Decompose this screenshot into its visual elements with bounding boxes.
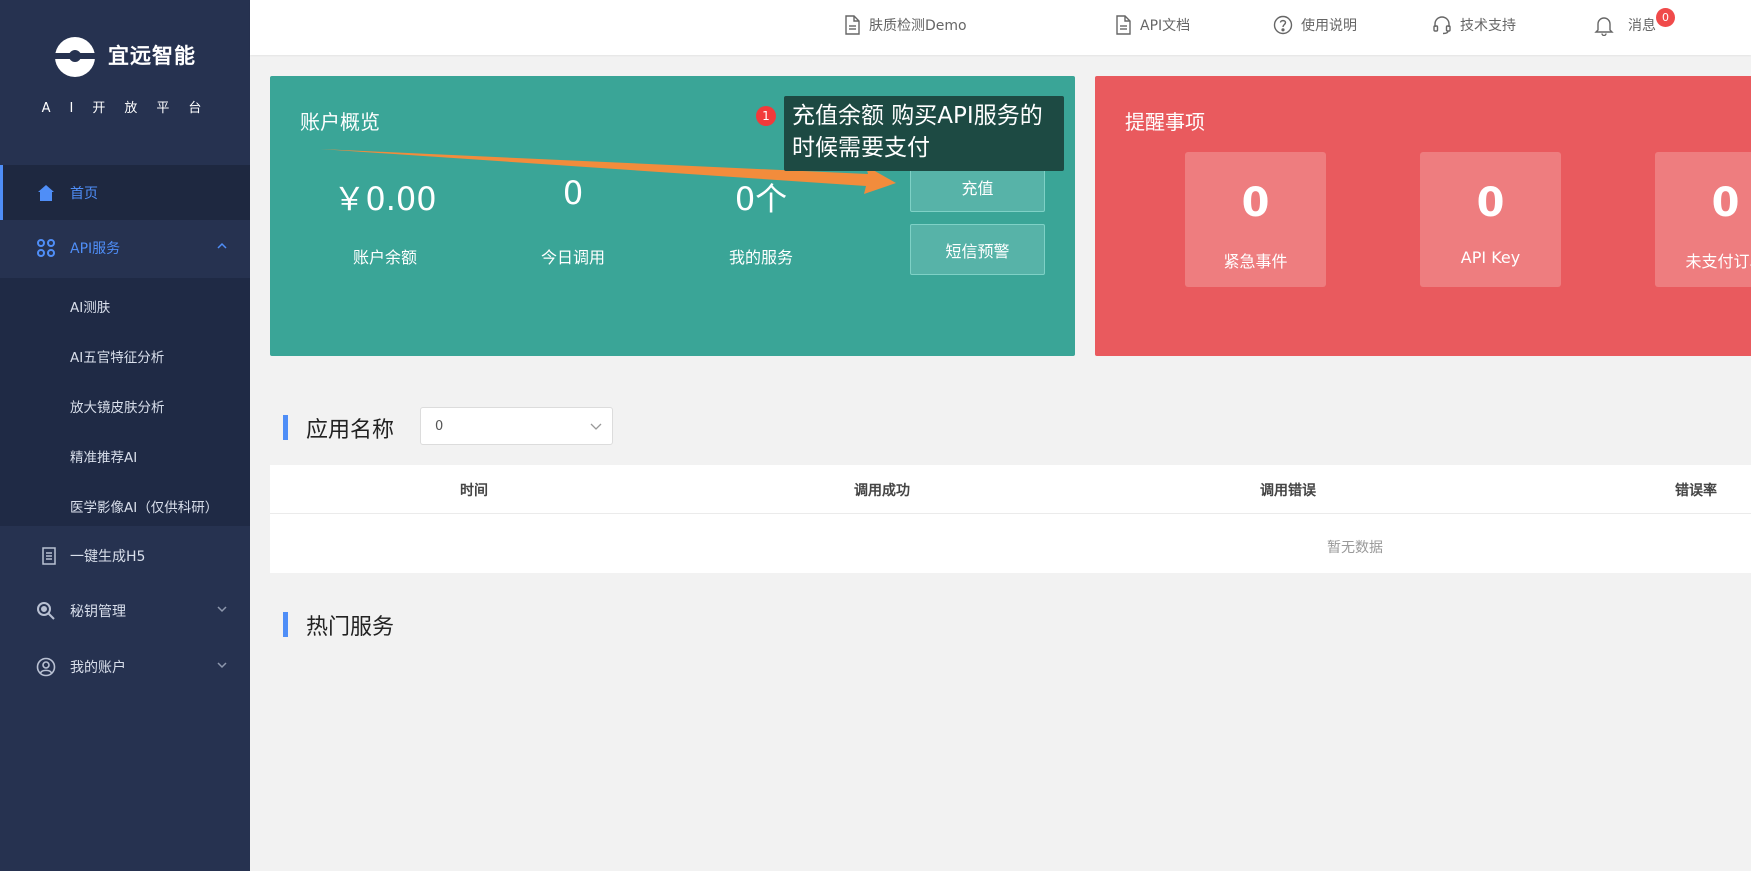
my-services-value: 0个 — [734, 180, 788, 218]
sidebar-item-label: 秘钥管理 — [70, 603, 126, 620]
apps-icon — [35, 237, 57, 259]
top-link-messages[interactable]: 消息 — [1594, 0, 1656, 50]
file-icon — [845, 15, 860, 35]
reminder-tile-label: 未支付订单 — [1685, 252, 1751, 271]
key-search-icon — [35, 600, 57, 622]
app-name-title: 应用名称 — [306, 418, 395, 443]
brand-subtitle: AI开放平台 — [41, 101, 221, 116]
reminder-tile-api-key[interactable]: 0 API Key — [1420, 152, 1561, 287]
help-icon — [1273, 15, 1293, 35]
sidebar-item-label: 我的账户 — [70, 659, 126, 676]
sidebar-subitem-medical-imaging[interactable]: 医学影像AI（仅供科研） — [70, 496, 218, 516]
section-marker — [283, 415, 288, 440]
top-bar: 肤质检测Demo API文档 使用说明 技术支持 消息 0 — [250, 0, 1751, 55]
bell-icon — [1594, 17, 1614, 36]
file-icon — [1116, 15, 1131, 35]
reminder-tile-value: 0 — [1241, 180, 1270, 226]
sidebar-subitem-facial-features[interactable]: AI五官特征分析 — [70, 346, 164, 366]
my-services-label: 我的服务 — [728, 248, 793, 267]
home-icon — [35, 182, 57, 204]
document-icon — [38, 545, 60, 567]
table-header-error-rate: 错误率 — [1675, 483, 1717, 499]
reminder-tile-value: 0 — [1476, 180, 1505, 226]
top-link-api-docs[interactable]: API文档 — [1114, 0, 1190, 50]
app-select-value: 0 — [435, 418, 444, 434]
hot-services-title: 热门服务 — [306, 615, 395, 640]
reminder-tile-label: API Key — [1460, 248, 1521, 267]
headset-icon — [1433, 16, 1451, 35]
chevron-down-icon — [590, 423, 602, 430]
top-link-label: 消息 — [1628, 18, 1656, 34]
balance-label: 账户余额 — [352, 248, 417, 267]
top-link-label: 使用说明 — [1301, 18, 1357, 34]
sidebar-item-key-management[interactable]: 秘钥管理 — [0, 583, 250, 638]
sms-alert-button[interactable]: 短信预警 — [910, 224, 1045, 275]
sidebar-subitem-recommend-ai[interactable]: 精准推荐AI — [70, 446, 137, 466]
balance-value: ￥0.00 — [333, 180, 437, 218]
chevron-down-icon — [217, 606, 227, 613]
sidebar-item-api-services[interactable]: API服务 — [0, 220, 250, 275]
brand-name: 宜远智能 — [108, 44, 196, 68]
account-overview-title: 账户概览 — [300, 110, 380, 134]
top-link-label: 技术支持 — [1460, 18, 1516, 34]
table-header-error: 调用错误 — [1260, 483, 1316, 499]
reminder-tile-value: 0 — [1711, 180, 1740, 226]
sidebar-item-label: API服务 — [70, 240, 121, 257]
top-link-usage-guide[interactable]: 使用说明 — [1273, 0, 1357, 50]
table-header-success: 调用成功 — [854, 483, 910, 499]
top-link-label: 肤质检测Demo — [869, 18, 967, 34]
reminder-tile-urgent[interactable]: 0 紧急事件 — [1185, 152, 1326, 287]
table-divider — [270, 513, 1751, 514]
brand-logo-icon — [54, 37, 96, 77]
user-icon — [35, 656, 57, 678]
sidebar-item-my-account[interactable]: 我的账户 — [0, 639, 250, 694]
app-select[interactable]: 0 — [420, 407, 613, 445]
sidebar-subitem-magnifier-skin[interactable]: 放大镜皮肤分析 — [70, 396, 165, 416]
reminders-card: 提醒事项 0 紧急事件 0 API Key 0 未支付订单 — [1095, 76, 1751, 356]
sidebar-item-label: 首页 — [70, 185, 98, 202]
reminder-tile-label: 紧急事件 — [1223, 252, 1288, 271]
reminder-tile-unpaid-orders[interactable]: 0 未支付订单 — [1655, 152, 1751, 287]
top-link-tech-support[interactable]: 技术支持 — [1432, 0, 1516, 50]
today-calls-value: 0 — [562, 174, 584, 212]
table-header-time: 时间 — [460, 483, 488, 499]
call-stats-table: 时间 调用成功 调用错误 错误率 暂无数据 — [270, 465, 1751, 573]
brand: 宜远智能 AI开放平台 — [0, 0, 250, 162]
message-count-badge: 0 — [1656, 8, 1675, 27]
top-link-label: API文档 — [1140, 18, 1191, 34]
chevron-down-icon — [217, 662, 227, 669]
tooltip: 充值余额 购买API服务的时候需要支付 — [784, 96, 1064, 171]
chevron-up-icon — [217, 242, 227, 249]
today-calls-label: 今日调用 — [540, 248, 605, 267]
reminders-title: 提醒事项 — [1125, 110, 1205, 134]
sidebar-subitem-ai-skin[interactable]: AI测肤 — [70, 296, 110, 316]
section-marker — [283, 612, 288, 637]
tooltip-step-badge: 1 — [756, 106, 776, 126]
table-empty-text: 暂无数据 — [1327, 540, 1383, 556]
sidebar-item-label: 一键生成H5 — [70, 548, 146, 565]
top-link-skin-demo[interactable]: 肤质检测Demo — [843, 0, 967, 50]
sidebar-item-generate-h5[interactable]: 一键生成H5 — [0, 528, 250, 583]
sidebar-item-home[interactable]: 首页 — [0, 165, 250, 220]
sidebar: 宜远智能 AI开放平台 首页 API服务 AI测肤 AI五官特征分析 放大镜皮肤… — [0, 0, 250, 871]
